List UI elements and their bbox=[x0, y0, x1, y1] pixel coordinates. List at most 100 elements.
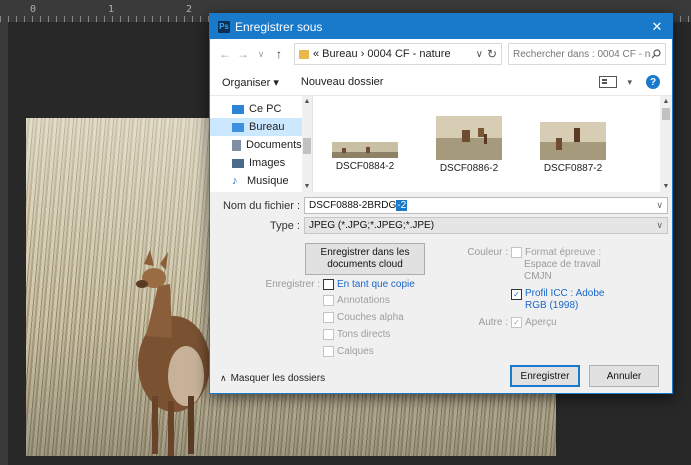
file-thumbnail[interactable]: DSCF0884-2 bbox=[323, 142, 407, 172]
chevron-down-icon[interactable]: ∨ bbox=[656, 220, 663, 231]
as-copy-checkbox[interactable]: En tant que copie bbox=[323, 279, 415, 290]
checkbox-box: ✓ bbox=[511, 289, 522, 300]
search-input[interactable]: Rechercher dans : 0004 CF - na... bbox=[508, 43, 666, 65]
tree-item-label: Documents bbox=[246, 139, 302, 151]
filename-text: DSCF0888-2BRDG bbox=[309, 200, 397, 211]
tree-item-documents[interactable]: Documents bbox=[210, 136, 312, 154]
checkbox-label: Annotations bbox=[337, 295, 390, 306]
desktop-icon bbox=[232, 122, 244, 132]
file-type-select[interactable]: JPEG (*.JPG;*.JPEG;*.JPE) ∨ bbox=[304, 217, 668, 234]
chevron-down-icon[interactable]: ∨ bbox=[656, 200, 663, 211]
file-type-value: JPEG (*.JPG;*.JPEG;*.JPE) bbox=[309, 220, 435, 231]
ruler-tick: 2 bbox=[186, 4, 193, 15]
images-icon bbox=[232, 158, 244, 168]
cancel-button[interactable]: Annuler bbox=[589, 365, 659, 387]
checkbox-box: ✓ bbox=[511, 317, 522, 328]
thumbnail-image bbox=[540, 122, 606, 160]
spot-colors-checkbox[interactable]: Tons directs bbox=[323, 329, 390, 340]
up-arrow-icon[interactable]: ↑ bbox=[270, 47, 288, 61]
tree-item-this-pc[interactable]: Ce PC bbox=[210, 100, 312, 118]
breadcrumb[interactable]: « Bureau › 0004 CF - nature bbox=[313, 48, 472, 60]
chevron-down-icon[interactable]: ∨ bbox=[476, 49, 483, 60]
tree-item-images[interactable]: Images bbox=[210, 154, 312, 172]
thumbnail-image bbox=[332, 142, 398, 158]
scrollbar-thumb[interactable] bbox=[303, 138, 311, 154]
file-thumbnail[interactable]: DSCF0886-2 bbox=[427, 116, 511, 174]
file-name: DSCF0887-2 bbox=[543, 163, 603, 174]
workspace-text: Espace de travail bbox=[524, 259, 601, 270]
navigation-tree: Ce PC Bureau Documents Images ♪ Musique … bbox=[210, 96, 313, 192]
checkbox-box bbox=[323, 312, 334, 323]
refresh-icon[interactable]: ↻ bbox=[487, 47, 497, 61]
checkbox-label: Profil ICC : Adobe RGB (1998) bbox=[525, 288, 605, 311]
preview-checkbox[interactable]: ✓ Aperçu bbox=[511, 317, 557, 328]
hide-folders-toggle[interactable]: ∧ Masquer les dossiers bbox=[220, 373, 325, 384]
other-label: Autre : bbox=[478, 317, 508, 328]
save-options-form: Nom du fichier : DSCF0888-2BRDG -2 ∨ Type… bbox=[210, 192, 672, 394]
scroll-up-icon[interactable]: ▲ bbox=[302, 98, 312, 105]
close-icon[interactable]: ✕ bbox=[642, 19, 672, 35]
search-icon bbox=[651, 49, 661, 59]
type-label: Type : bbox=[270, 220, 300, 232]
navigation-bar: ← → ∨ ↑ « Bureau › 0004 CF - nature ∨ ↻ … bbox=[210, 39, 672, 69]
scroll-down-icon[interactable]: ▼ bbox=[660, 183, 672, 190]
scroll-down-icon[interactable]: ▼ bbox=[302, 183, 312, 190]
scrollbar-thumb[interactable] bbox=[662, 108, 670, 120]
photoshop-icon: Ps bbox=[218, 20, 230, 33]
recent-locations-icon[interactable]: ∨ bbox=[252, 49, 270, 60]
tree-item-label: Musique bbox=[247, 175, 289, 187]
proof-format-checkbox[interactable]: Format épreuve : bbox=[511, 247, 601, 258]
tree-item-label: Ce PC bbox=[249, 103, 282, 115]
filename-input[interactable]: DSCF0888-2BRDG -2 ∨ bbox=[304, 197, 668, 214]
alpha-channels-checkbox[interactable]: Couches alpha bbox=[323, 312, 404, 323]
file-toolbar: Organiser ▾ Nouveau dossier ▾ ? bbox=[210, 69, 672, 96]
new-folder-button[interactable]: Nouveau dossier bbox=[301, 76, 384, 88]
layers-checkbox[interactable]: Calques bbox=[323, 346, 374, 357]
music-icon: ♪ bbox=[232, 175, 238, 187]
save-to-cloud-label: Enregistrer dans les documents cloud bbox=[320, 247, 410, 270]
dialog-titlebar[interactable]: Ps Enregistrer sous ✕ bbox=[210, 14, 672, 39]
tree-item-label: Images bbox=[249, 157, 286, 169]
color-label: Couleur : bbox=[467, 247, 508, 258]
file-name: DSCF0886-2 bbox=[439, 163, 499, 174]
dialog-footer: ∧ Masquer les dossiers Enregistrer Annul… bbox=[210, 364, 672, 394]
checkbox-label: Format épreuve : bbox=[525, 247, 602, 258]
help-icon[interactable]: ? bbox=[646, 75, 660, 89]
file-thumbnail[interactable]: DSCF0887-2 bbox=[531, 122, 615, 174]
view-options-icon[interactable] bbox=[599, 76, 618, 88]
tree-item-desktop[interactable]: Bureau bbox=[210, 118, 312, 136]
thumbnail-grid: DSCF0884-2 DSCF0886-2 DSCF0887-2 ▲ ▼ bbox=[313, 96, 672, 192]
checkbox-label: Couches alpha bbox=[337, 312, 404, 323]
checkbox-label: Tons directs bbox=[337, 329, 391, 340]
checkbox-box bbox=[323, 346, 334, 357]
checkbox-label: En tant que copie bbox=[337, 279, 415, 290]
ruler-tick: 0 bbox=[30, 4, 37, 15]
annotations-checkbox[interactable]: Annotations bbox=[323, 295, 390, 306]
hide-folders-label: Masquer les dossiers bbox=[230, 373, 326, 384]
checkbox-label: Calques bbox=[337, 346, 374, 357]
filename-label: Nom du fichier : bbox=[222, 200, 300, 212]
computer-icon bbox=[232, 104, 244, 114]
save-options-label: Enregistrer : bbox=[265, 279, 320, 290]
forward-arrow-icon[interactable]: → bbox=[234, 47, 252, 61]
organize-menu[interactable]: Organiser ▾ bbox=[222, 76, 279, 89]
back-arrow-icon[interactable]: ← bbox=[216, 47, 234, 61]
file-name: DSCF0884-2 bbox=[335, 161, 395, 172]
ruler-tick: 1 bbox=[108, 4, 115, 15]
icc-profile-checkbox[interactable]: ✓ Profil ICC : Adobe RGB (1998) bbox=[511, 288, 621, 312]
tree-item-label: Bureau bbox=[249, 121, 285, 133]
checkbox-box bbox=[323, 329, 334, 340]
thumbnail-image bbox=[436, 116, 502, 160]
tree-scrollbar[interactable]: ▲ ▼ bbox=[302, 96, 312, 192]
checkbox-box bbox=[323, 279, 334, 290]
address-bar[interactable]: « Bureau › 0004 CF - nature ∨ ↻ bbox=[294, 43, 502, 65]
save-as-dialog: Ps Enregistrer sous ✕ ← → ∨ ↑ « Bureau ›… bbox=[209, 13, 673, 394]
view-dropdown-icon[interactable]: ▾ bbox=[627, 77, 632, 88]
tree-item-music[interactable]: ♪ Musique bbox=[210, 172, 312, 190]
save-button[interactable]: Enregistrer bbox=[510, 365, 580, 387]
thumbnails-scrollbar[interactable]: ▲ ▼ bbox=[660, 96, 672, 192]
chevron-up-icon: ∧ bbox=[220, 373, 227, 383]
save-to-cloud-button[interactable]: Enregistrer dans les documents cloud bbox=[305, 243, 425, 275]
scroll-up-icon[interactable]: ▲ bbox=[660, 98, 672, 105]
folder-icon bbox=[299, 49, 309, 59]
